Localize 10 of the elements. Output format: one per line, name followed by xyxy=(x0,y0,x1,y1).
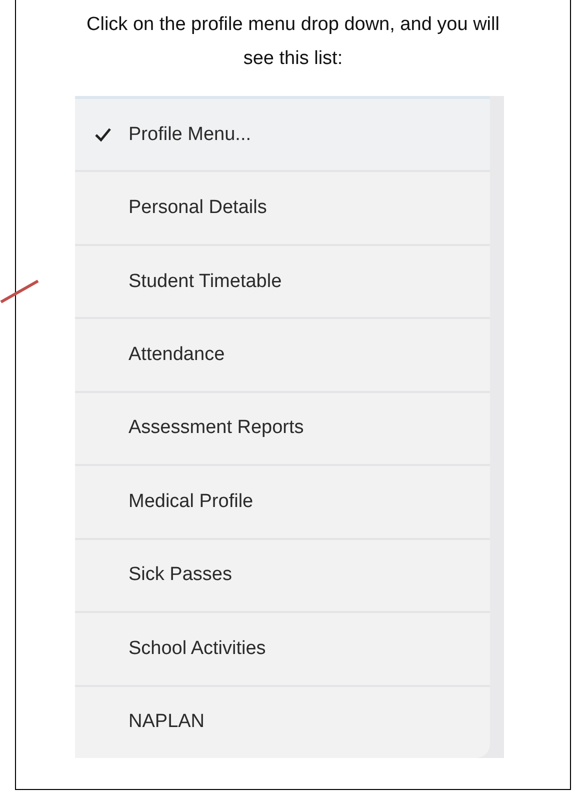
menu-item[interactable]: Student Timetable xyxy=(74,246,490,320)
menu-item[interactable]: Personal Details xyxy=(74,172,490,246)
menu-item[interactable]: Attendance xyxy=(74,319,490,393)
checkmark-icon xyxy=(94,128,110,142)
menu-item[interactable]: Sick Passes xyxy=(74,540,490,614)
menu-item[interactable]: Assessment Reports xyxy=(74,392,490,466)
instruction-text: Click on the profile menu drop down, and you will see this list: xyxy=(86,13,500,71)
menu-item[interactable]: School Activities xyxy=(74,613,490,686)
menu-item[interactable]: NAPLAN xyxy=(74,686,490,758)
menu-item[interactable]: Medical Profile xyxy=(74,466,490,540)
